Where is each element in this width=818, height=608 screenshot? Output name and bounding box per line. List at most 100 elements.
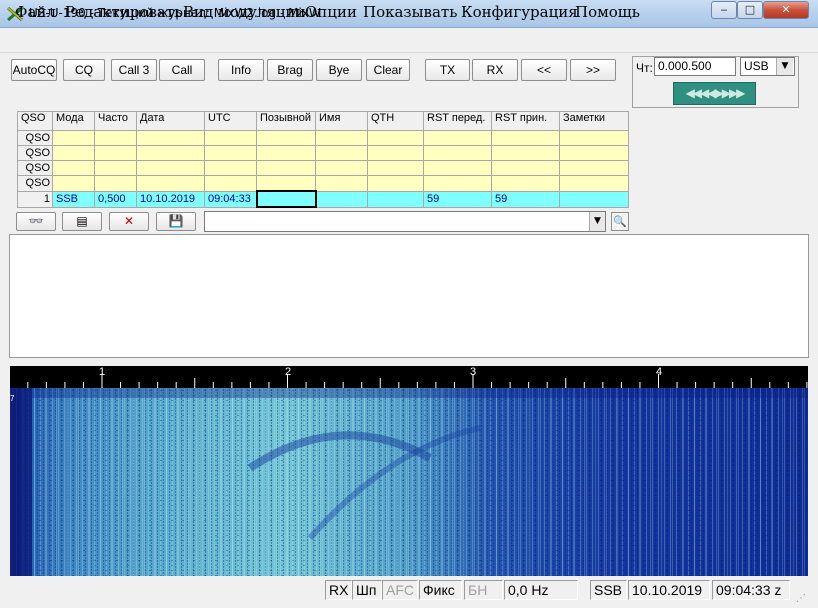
table-cell[interactable]: [423, 160, 492, 176]
table-cell[interactable]: [367, 145, 424, 161]
notepad-icon[interactable]: ▤: [62, 212, 102, 231]
col-date[interactable]: Дата: [136, 111, 205, 131]
menu-mode[interactable]: Вид модуляции: [183, 3, 305, 21]
col-utc[interactable]: UTC: [204, 111, 257, 131]
table-cell[interactable]: [94, 145, 137, 161]
bye-button[interactable]: Bye: [316, 59, 362, 81]
table-cell[interactable]: [52, 145, 95, 161]
close-button[interactable]: ✕: [763, 1, 809, 19]
table-cell[interactable]: [367, 160, 424, 176]
current-mode-cell[interactable]: SSB: [52, 190, 95, 208]
table-cell[interactable]: [52, 160, 95, 176]
table-cell[interactable]: [136, 130, 205, 146]
menu-edit[interactable]: Редактировать: [65, 3, 182, 21]
table-cell[interactable]: [559, 175, 629, 192]
current-notes-cell[interactable]: [559, 190, 629, 208]
frequency-scale[interactable]: 1 2 3 4: [10, 366, 808, 388]
current-qth-cell[interactable]: [367, 190, 424, 208]
table-cell[interactable]: [423, 130, 492, 146]
status-bn[interactable]: БН: [464, 580, 503, 600]
table-cell[interactable]: [94, 175, 137, 192]
save-disk-icon[interactable]: 💾: [156, 212, 196, 231]
current-call-cell[interactable]: [255, 190, 317, 208]
log-search-combo[interactable]: [204, 211, 606, 232]
table-cell[interactable]: [204, 145, 257, 161]
table-row[interactable]: QSO: [17, 130, 629, 146]
current-freq-cell[interactable]: 0,500: [94, 190, 137, 208]
table-cell[interactable]: [367, 175, 424, 192]
col-qso[interactable]: QSO: [17, 111, 53, 131]
table-cell[interactable]: [204, 175, 257, 192]
rx-button[interactable]: RX: [472, 59, 518, 81]
status-mode[interactable]: SSB: [590, 580, 627, 600]
status-freq-offset[interactable]: 0,0 Hz: [504, 580, 578, 600]
maximize-button[interactable]: □: [737, 1, 763, 19]
table-cell[interactable]: [315, 175, 368, 192]
freq-input[interactable]: 0.000.500: [654, 57, 736, 76]
call-button[interactable]: Call: [159, 59, 205, 81]
current-qso-row[interactable]: 1 SSB 0,500 10.10.2019 09:04:33 59 59: [17, 190, 629, 208]
table-row[interactable]: QSO: [17, 175, 629, 192]
col-notes[interactable]: Заметки: [559, 111, 629, 131]
table-cell[interactable]: [204, 130, 257, 146]
call3-button[interactable]: Call 3: [111, 59, 157, 81]
table-cell[interactable]: [256, 175, 316, 192]
table-cell[interactable]: [256, 160, 316, 176]
tuning-arrows[interactable]: ◀◀◀◀▶▶▶▶: [673, 82, 756, 105]
table-cell[interactable]: [367, 130, 424, 146]
delete-x-icon[interactable]: ✕: [109, 212, 149, 231]
table-cell[interactable]: [52, 130, 95, 146]
table-cell[interactable]: [204, 160, 257, 176]
col-name[interactable]: Имя: [315, 111, 368, 131]
col-call[interactable]: Позывной: [256, 111, 316, 131]
table-cell[interactable]: [94, 160, 137, 176]
col-qth[interactable]: QTH: [367, 111, 424, 131]
status-afc[interactable]: AFC: [382, 580, 418, 600]
current-date-cell[interactable]: 10.10.2019: [136, 190, 205, 208]
status-fix[interactable]: Фикс: [419, 580, 462, 600]
clear-button[interactable]: Clear: [366, 59, 410, 81]
col-mode[interactable]: Мода: [52, 111, 95, 131]
menu-help[interactable]: Помощь: [575, 3, 640, 21]
table-cell[interactable]: [559, 160, 629, 176]
next-button[interactable]: >>: [570, 59, 616, 81]
table-cell[interactable]: [559, 130, 629, 146]
current-rst-sent-cell[interactable]: 59: [423, 190, 492, 208]
rx-text-area[interactable]: [9, 234, 809, 358]
menu-file[interactable]: Файл: [15, 3, 56, 21]
glasses-icon[interactable]: 👓: [16, 212, 56, 231]
table-cell[interactable]: [491, 160, 560, 176]
table-cell[interactable]: [136, 175, 205, 192]
menu-options[interactable]: Опции: [305, 3, 357, 21]
brag-button[interactable]: Brag: [267, 59, 313, 81]
col-freq[interactable]: Часто: [94, 111, 137, 131]
cq-button[interactable]: CQ: [63, 59, 105, 81]
table-cell[interactable]: [136, 160, 205, 176]
status-rx[interactable]: RX: [325, 580, 352, 600]
menu-config[interactable]: Конфигурация: [461, 3, 578, 21]
current-rst-rcvd-cell[interactable]: 59: [491, 190, 560, 208]
table-cell[interactable]: [256, 145, 316, 161]
table-cell[interactable]: [423, 145, 492, 161]
chevron-down-icon[interactable]: ▼: [776, 58, 793, 75]
table-cell[interactable]: [559, 145, 629, 161]
tx-button[interactable]: TX: [425, 59, 470, 81]
status-shp[interactable]: Шп: [352, 580, 382, 600]
minimize-button[interactable]: ‒: [711, 1, 737, 19]
menu-view[interactable]: Показывать: [363, 3, 457, 21]
current-utc-cell[interactable]: 09:04:33: [204, 190, 257, 208]
table-cell[interactable]: [52, 175, 95, 192]
table-cell[interactable]: [315, 130, 368, 146]
col-rst-rcvd[interactable]: RST прин.: [491, 111, 560, 131]
table-cell[interactable]: [315, 160, 368, 176]
table-cell[interactable]: [256, 130, 316, 146]
prev-button[interactable]: <<: [521, 59, 567, 81]
table-cell[interactable]: [94, 130, 137, 146]
search-icon[interactable]: 🔍: [611, 212, 629, 231]
table-cell[interactable]: [315, 145, 368, 161]
table-row[interactable]: QSO: [17, 160, 629, 176]
table-row[interactable]: QSO: [17, 145, 629, 161]
table-cell[interactable]: [491, 130, 560, 146]
chevron-down-icon[interactable]: ▼: [589, 212, 605, 231]
autocq-button[interactable]: AutoCQ: [11, 59, 57, 81]
